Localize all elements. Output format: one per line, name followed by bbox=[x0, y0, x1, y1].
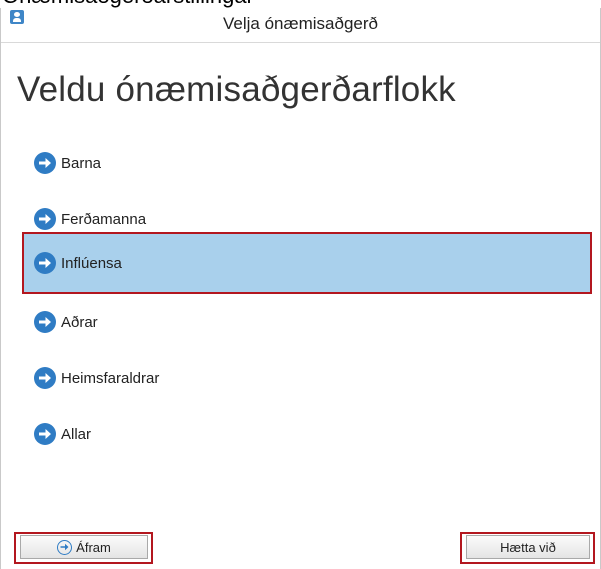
cancel-button-label: Hætta við bbox=[500, 539, 556, 555]
option-label: Inflúensa bbox=[61, 254, 122, 272]
option-influensa[interactable]: Inflúensa bbox=[22, 232, 592, 294]
next-button-label: Áfram bbox=[76, 539, 111, 555]
title-bar: Velja ónæmisaðgerð bbox=[1, 8, 600, 43]
next-button[interactable]: Áfram bbox=[20, 535, 148, 559]
arrow-right-icon bbox=[34, 208, 56, 230]
option-label: Heimsfaraldrar bbox=[61, 369, 160, 387]
option-label: Aðrar bbox=[61, 313, 98, 331]
window-title: Velja ónæmisaðgerð bbox=[223, 14, 378, 33]
page-title: Veldu ónæmisaðgerðarflokk bbox=[17, 70, 456, 109]
option-heimsfaraldrar[interactable]: Heimsfaraldrar bbox=[22, 349, 592, 407]
option-adrar[interactable]: Aðrar bbox=[22, 293, 592, 351]
arrow-right-icon bbox=[34, 252, 56, 274]
option-allar[interactable]: Allar bbox=[22, 405, 592, 463]
clipped-caption-text: Ónæmisaðgerðarstillingar bbox=[0, 0, 601, 8]
option-label: Ferðamanna bbox=[61, 210, 147, 228]
arrow-right-icon bbox=[34, 152, 56, 174]
arrow-right-icon bbox=[34, 423, 56, 445]
option-label: Allar bbox=[61, 425, 92, 443]
option-barna[interactable]: Barna bbox=[22, 134, 592, 192]
arrow-right-icon bbox=[34, 367, 56, 389]
dialog-window: Velja ónæmisaðgerð Veldu ónæmisaðgerðarf… bbox=[0, 8, 601, 569]
option-label: Barna bbox=[61, 154, 102, 172]
arrow-right-circle-icon bbox=[57, 539, 73, 555]
arrow-right-icon bbox=[34, 311, 56, 333]
cancel-button[interactable]: Hætta við bbox=[466, 535, 590, 559]
